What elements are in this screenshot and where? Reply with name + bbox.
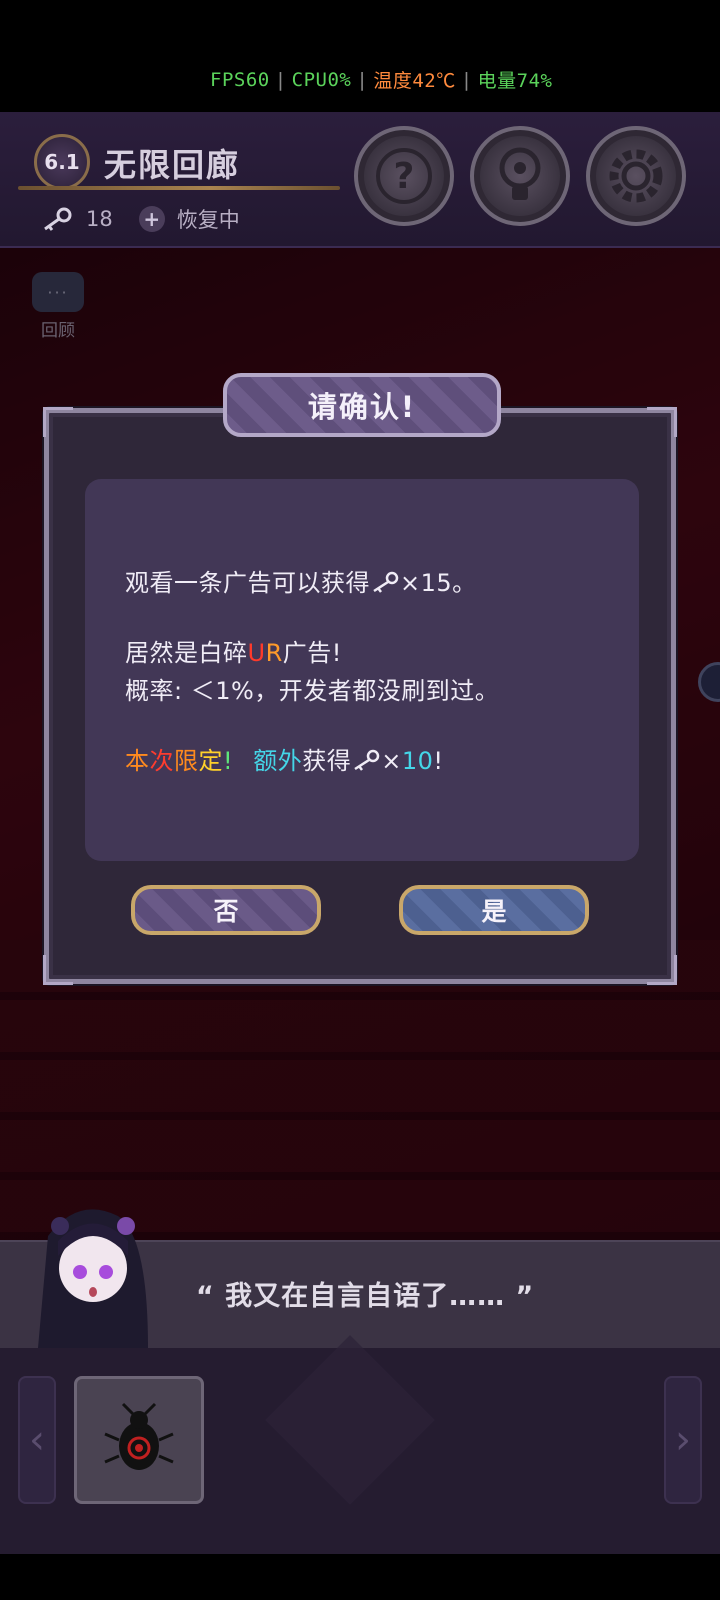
title-ornament — [18, 186, 340, 190]
key-count: 18 — [86, 207, 113, 231]
bonus-extra: 额外 — [253, 747, 303, 775]
key-icon — [44, 207, 72, 231]
no-button[interactable]: 否 — [131, 885, 321, 935]
ur-letter-u: U — [247, 639, 266, 667]
svg-text:?: ? — [394, 156, 415, 197]
hint-button[interactable] — [470, 126, 570, 226]
perf-overlay: FPS60 | CPU0% | 温度42℃ | 电量74% — [210, 66, 552, 93]
level-title: 无限回廊 — [104, 146, 241, 184]
ur-text-prefix: 居然是白碎 — [125, 639, 248, 667]
ur-letter-r: R — [265, 639, 283, 667]
help-icon: ? — [376, 148, 432, 204]
speech-text: “ 我又在自言自语了…… ” — [196, 1281, 535, 1312]
ur-text-suffix: 广告! — [282, 639, 342, 667]
bonus-times: × — [381, 747, 402, 775]
limited-char-2: 次 — [149, 747, 174, 775]
level-badge: 6.1 — [34, 134, 90, 190]
message-line-probability: 概率: ＜1%，开发者都没刷到过。 — [125, 677, 500, 705]
inventory-prev-button[interactable]: ‹ — [18, 1376, 56, 1504]
dialog-title: 请确认! — [223, 373, 501, 437]
cpu-readout: CPU0% — [291, 68, 352, 91]
yes-button[interactable]: 是 — [399, 885, 589, 935]
confirm-dialog: 请确认! 观看一条广告可以获得 ×15。 居然是白碎UR广告! 概率: ＜1%，开… — [43, 373, 677, 985]
message-line-bonus: 本次限定! 额外获得 ×10! — [125, 741, 444, 776]
key-counter: 18 + 恢复中 — [40, 204, 240, 234]
reward-text: 观看一条广告可以获得 — [125, 569, 370, 597]
inventory-bar: ‹ › — [0, 1348, 720, 1554]
dialog-message-panel: 观看一条广告可以获得 ×15。 居然是白碎UR广告! 概率: ＜1%，开发者都没刷… — [85, 479, 639, 861]
fps-readout: FPS60 — [210, 68, 270, 91]
bonus-amount: 10 — [401, 747, 434, 775]
game-header: 6.1 无限回廊 18 + 恢复中 ? — [0, 112, 720, 248]
battery-readout: 电量74% — [477, 70, 553, 92]
bug-item-icon — [104, 1402, 174, 1470]
corner-ornament — [43, 955, 73, 985]
inventory-next-button[interactable]: › — [664, 1376, 702, 1504]
limited-char-4: 定 — [198, 747, 223, 775]
limited-char-5: ! — [223, 747, 234, 775]
system-nav-bar — [0, 1554, 720, 1600]
bonus-get: 获得 — [302, 747, 352, 775]
temp-readout: 温度42℃ — [373, 70, 456, 92]
add-keys-icon[interactable]: + — [138, 206, 165, 232]
corner-ornament — [647, 955, 677, 985]
limited-char-1: 本 — [125, 747, 150, 775]
settings-gear-icon — [609, 149, 663, 203]
key-icon — [354, 749, 380, 771]
status-bar: FPS60 | CPU0% | 温度42℃ | 电量74% — [0, 0, 720, 112]
character-avatar-icon — [38, 1209, 148, 1348]
message-line-reward: 观看一条广告可以获得 ×15。 — [125, 563, 477, 598]
corner-ornament — [43, 407, 73, 437]
recover-status: 恢复中 — [176, 208, 240, 232]
inventory-item-slot[interactable] — [74, 1376, 204, 1504]
limited-char-3: 限 — [174, 747, 199, 775]
reward-amount: ×15。 — [400, 569, 477, 597]
corner-ornament — [647, 407, 677, 437]
help-button[interactable]: ? — [354, 126, 454, 226]
bonus-end: ! — [433, 747, 444, 775]
settings-button[interactable] — [586, 126, 686, 226]
key-icon — [373, 571, 399, 593]
message-line-ur: 居然是白碎UR广告! — [125, 633, 342, 668]
hint-lightbulb-icon — [499, 147, 541, 200]
